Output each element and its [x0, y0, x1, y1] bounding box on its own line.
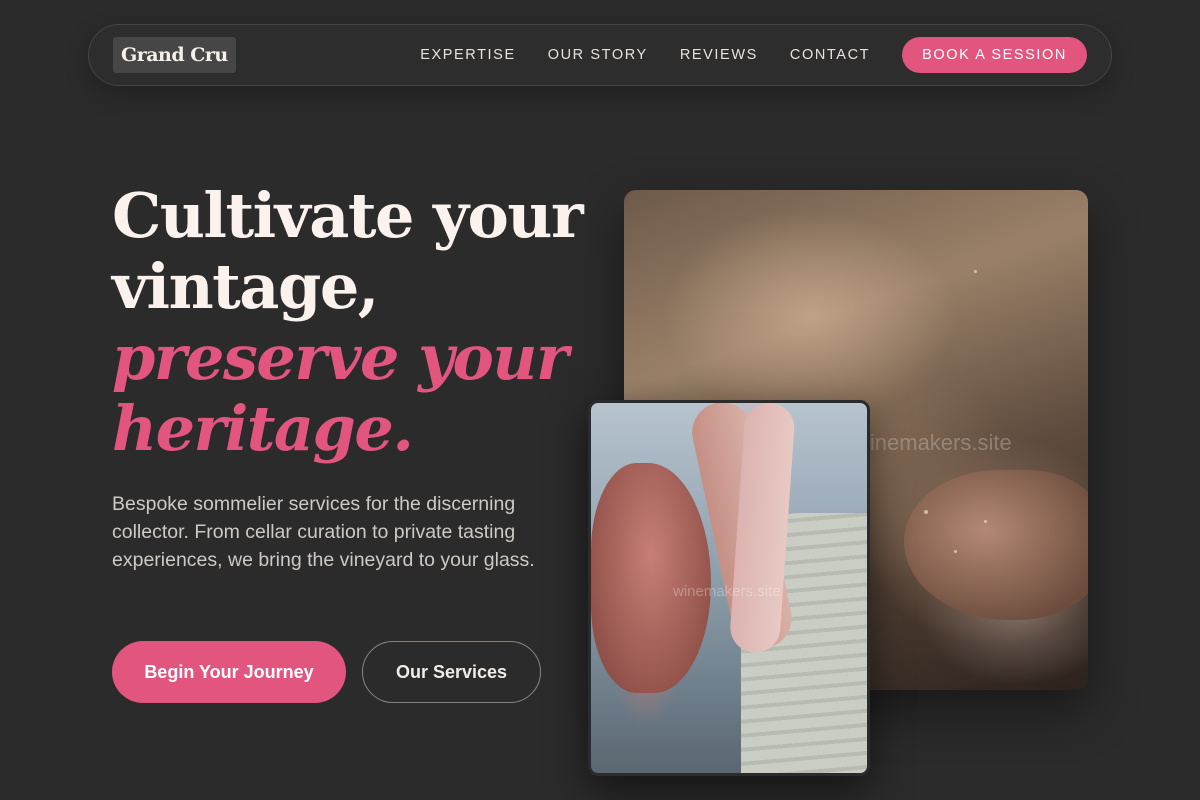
nav-link-reviews[interactable]: REVIEWS: [680, 47, 758, 63]
begin-journey-button[interactable]: Begin Your Journey: [112, 641, 346, 703]
headline-line-2: vintage,: [112, 250, 379, 323]
headline-line-1: Cultivate your: [112, 179, 584, 252]
hero-headline: Cultivate your vintage, preserve your he…: [112, 180, 602, 464]
hero-image-pottery-hands: winemakers.site: [588, 400, 870, 776]
headline-accent-1: preserve your: [112, 321, 569, 394]
headline-accent-2: heritage.: [112, 392, 414, 465]
our-services-button[interactable]: Our Services: [362, 641, 541, 703]
top-navigation: Grand Cru EXPERTISE OUR STORY REVIEWS CO…: [88, 24, 1112, 86]
book-session-button[interactable]: BOOK A SESSION: [902, 37, 1087, 73]
nav-link-contact[interactable]: CONTACT: [790, 47, 870, 63]
nav-link-our-story[interactable]: OUR STORY: [548, 47, 648, 63]
brand-logo[interactable]: Grand Cru: [113, 37, 236, 73]
sparkle: [984, 520, 987, 523]
sparkle: [954, 550, 957, 553]
sparkle: [974, 270, 977, 273]
nav-link-expertise[interactable]: EXPERTISE: [420, 47, 516, 63]
nav-links: EXPERTISE OUR STORY REVIEWS CONTACT BOOK…: [420, 37, 1087, 73]
image-watermark: winemakers.site: [854, 430, 1012, 455]
hand-shape: [904, 470, 1088, 620]
image-watermark: winemakers.site: [673, 583, 781, 600]
sparkle: [924, 510, 928, 514]
hero-description: Bespoke sommelier services for the disce…: [112, 493, 535, 571]
palm-shape: [591, 463, 711, 693]
